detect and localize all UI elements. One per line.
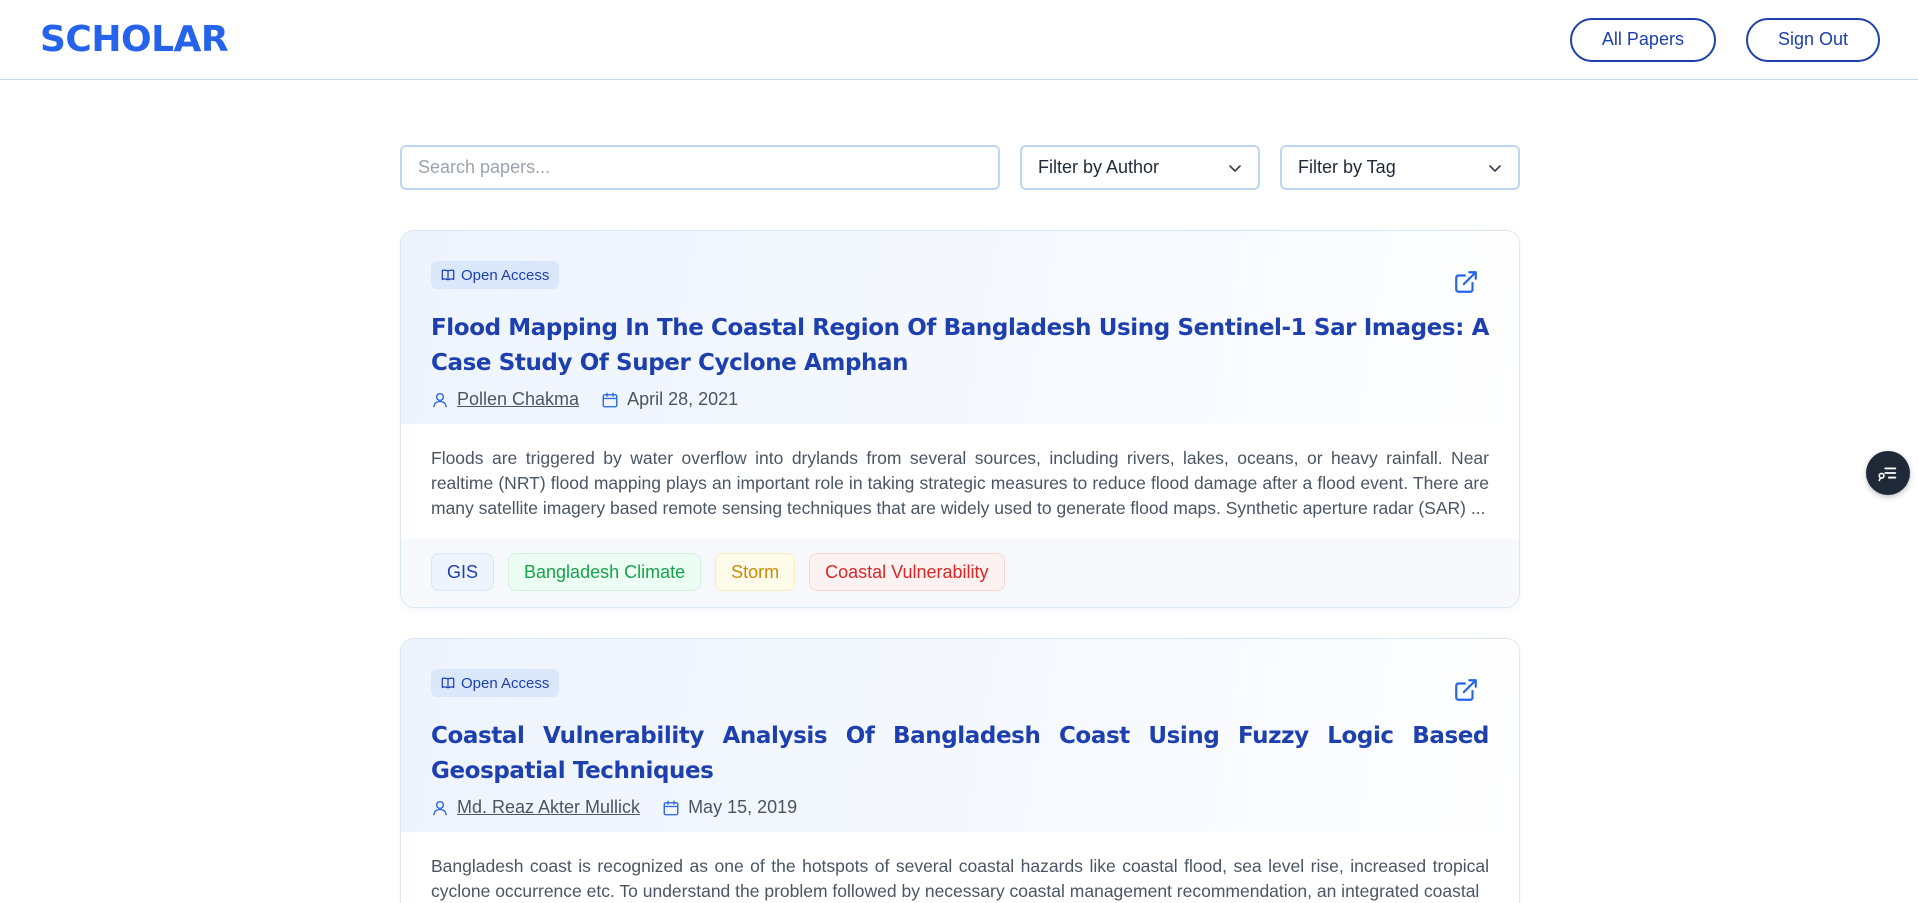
list-filter-icon (1878, 467, 1897, 482)
search-input[interactable] (400, 145, 1000, 190)
paper-card: Open Access Flood Mapping In The Coastal… (400, 230, 1520, 608)
date-meta: May 15, 2019 (662, 797, 797, 818)
paper-title[interactable]: Flood Mapping In The Coastal Region Of B… (431, 311, 1489, 381)
open-access-badge: Open Access (431, 261, 560, 289)
calendar-icon (663, 800, 679, 815)
tag-filter-label: Filter by Tag (1298, 157, 1396, 177)
open-access-badge: Open Access (431, 669, 560, 697)
sign-out-button[interactable]: Sign Out (1745, 17, 1880, 62)
book-open-icon (441, 677, 455, 689)
badge-label: Open Access (461, 266, 550, 284)
paper-abstract: Bangladesh coast is recognized as one of… (401, 832, 1519, 903)
calendar-icon (602, 392, 618, 407)
tag-coastal-vulnerability[interactable]: Coastal Vulnerability (809, 553, 1005, 591)
chevron-down-icon (1229, 164, 1241, 172)
user-icon (433, 800, 447, 815)
tag-gis[interactable]: GIS (431, 553, 495, 591)
author-meta: Pollen Chakma (431, 389, 579, 410)
author-filter-select[interactable]: Filter by Author (1020, 145, 1260, 190)
papers-main: Filter by Author Filter by Tag Open Acce… (400, 145, 1520, 903)
paper-meta: Pollen Chakma April 28, 2021 (431, 389, 1489, 410)
paper-date: May 15, 2019 (688, 797, 798, 817)
paper-card-header: Open Access Flood Mapping In The Coastal… (401, 231, 1519, 424)
filter-bar: Filter by Author Filter by Tag (400, 145, 1520, 190)
paper-abstract: Floods are triggered by water overflow i… (401, 424, 1519, 539)
top-nav: All Papers Sign Out (1569, 17, 1880, 62)
paper-title[interactable]: Coastal Vulnerability Analysis Of Bangla… (431, 719, 1489, 789)
badge-label: Open Access (461, 674, 550, 692)
author-link[interactable]: Pollen Chakma (457, 389, 579, 410)
logo[interactable]: SCHOLAR (40, 19, 229, 60)
author-filter-label: Filter by Author (1038, 157, 1160, 177)
top-header: SCHOLAR All Papers Sign Out (0, 0, 1918, 80)
book-open-icon (441, 269, 455, 281)
paper-card-header: Open Access Coastal Vulnerability Analys… (401, 639, 1519, 832)
author-meta: Md. Reaz Akter Mullick (431, 797, 640, 818)
list-filter-fab[interactable] (1866, 451, 1910, 495)
all-papers-button[interactable]: All Papers (1569, 17, 1716, 62)
paper-date: April 28, 2021 (627, 389, 739, 409)
author-link[interactable]: Md. Reaz Akter Mullick (457, 797, 640, 818)
tag-list: GIS Bangladesh Climate Storm Coastal Vul… (401, 539, 1519, 607)
tag-storm[interactable]: Storm (715, 553, 796, 591)
external-link-icon[interactable] (1453, 269, 1479, 295)
paper-card: Open Access Coastal Vulnerability Analys… (400, 638, 1520, 903)
paper-meta: Md. Reaz Akter Mullick May 15, 2019 (431, 797, 1489, 818)
tag-filter-select[interactable]: Filter by Tag (1280, 145, 1520, 190)
user-icon (433, 392, 447, 407)
external-link-icon[interactable] (1453, 677, 1479, 703)
date-meta: April 28, 2021 (601, 389, 738, 410)
tag-bangladesh-climate[interactable]: Bangladesh Climate (508, 553, 702, 591)
chevron-down-icon (1489, 164, 1501, 172)
